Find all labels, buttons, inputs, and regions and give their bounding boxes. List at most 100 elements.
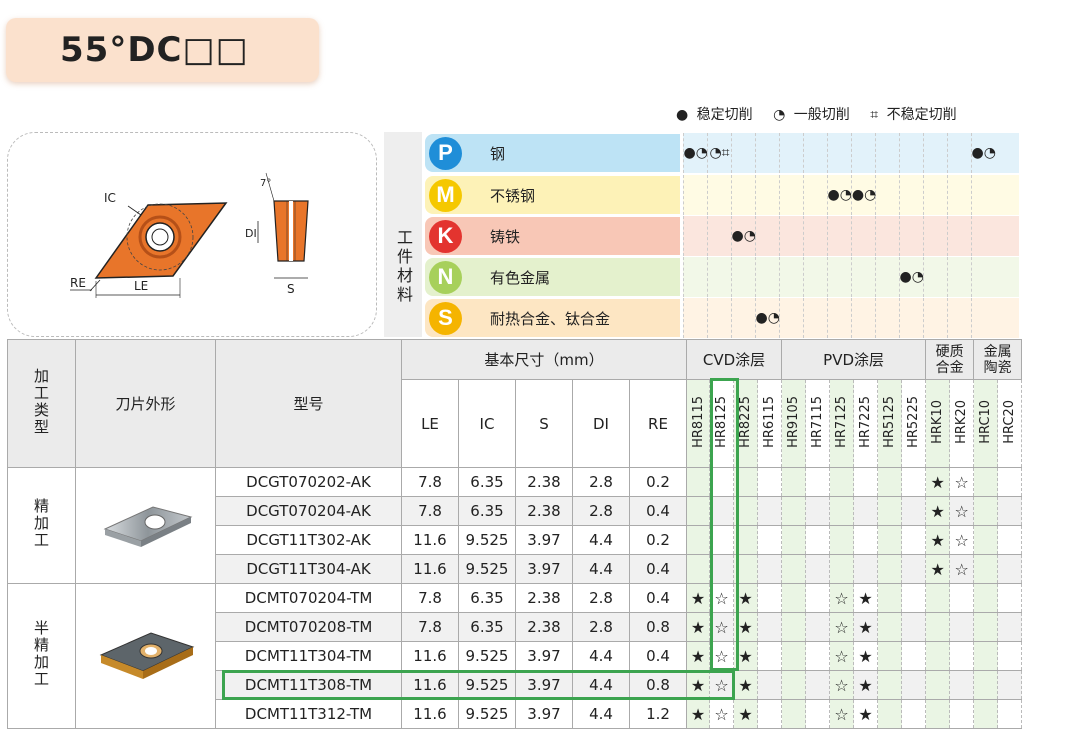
dim-value: 9.525 xyxy=(458,641,516,671)
suitability-cell: ●◔ xyxy=(971,133,996,173)
highlight-column-hr8125 xyxy=(710,378,739,671)
grade-mark xyxy=(949,583,975,613)
dim-value: 7.8 xyxy=(401,467,459,497)
grade-mark xyxy=(756,641,783,671)
suitability-cell xyxy=(779,133,803,173)
header-carbide: 硬质合金 xyxy=(925,339,975,380)
dim-value: 11.6 xyxy=(401,525,459,555)
grade-mark xyxy=(756,583,783,613)
grade-mark xyxy=(901,641,927,671)
suitability-cell xyxy=(779,216,803,256)
suitability-cell xyxy=(779,257,803,297)
grade-mark xyxy=(877,583,903,613)
grade-mark xyxy=(997,496,1023,526)
grade-mark xyxy=(925,670,951,700)
grade-mark xyxy=(805,699,831,729)
grade-mark xyxy=(853,554,879,584)
grade-mark xyxy=(829,467,855,497)
grade-mark: ☆ xyxy=(949,467,975,497)
dim-value: 2.38 xyxy=(515,583,573,613)
grade-mark xyxy=(805,641,831,671)
dim-value: 4.4 xyxy=(572,554,630,584)
material-name: 有色金属 xyxy=(490,268,551,287)
stable-cut-icon: ● xyxy=(676,107,689,123)
dim-value: 6.35 xyxy=(458,612,516,642)
suitability-cell xyxy=(779,298,803,338)
di-label: DI xyxy=(245,227,257,240)
header-cvd: CVD涂层 xyxy=(685,339,783,380)
grade-mark xyxy=(756,699,783,729)
grade-mark: ★ xyxy=(686,641,710,671)
grade-mark xyxy=(853,467,879,497)
grade-mark xyxy=(877,554,903,584)
suitability-cell xyxy=(707,257,731,297)
material-suitability-p: ●◔ ◔⌗ ●◔ xyxy=(683,133,1019,173)
grade-mark xyxy=(973,612,999,642)
grade-mark xyxy=(877,641,903,671)
suitability-cell xyxy=(851,257,875,297)
grade-mark xyxy=(997,612,1023,642)
model-number: DCMT070204-TM xyxy=(215,583,402,613)
workpiece-material-label: 工件材料 xyxy=(384,132,422,337)
dim-col-di: DI xyxy=(572,379,630,468)
material-name: 耐热合金、钛合金 xyxy=(490,309,611,328)
dim-value: 1.2 xyxy=(629,699,687,729)
suitability-cell xyxy=(947,257,971,297)
material-badge-n: N xyxy=(429,260,462,294)
suitability-cell xyxy=(683,257,707,297)
grade-mark xyxy=(925,641,951,671)
insert-photo xyxy=(103,505,192,547)
material-suitability-k: ●◔ xyxy=(683,216,1019,256)
grade-mark xyxy=(949,641,975,671)
dim-col-ic: IC xyxy=(458,379,516,468)
grade-mark: ☆ xyxy=(829,612,855,642)
grade-col-hrk10: HRK10 xyxy=(925,379,951,468)
grade-mark: ★ xyxy=(686,583,710,613)
suitability-cell xyxy=(707,175,731,215)
header-ceramic: 金属陶瓷 xyxy=(973,339,1023,380)
grade-mark xyxy=(877,670,903,700)
insert-photo xyxy=(99,632,194,679)
material-suitability-m: ●◔●◔ xyxy=(683,175,1019,215)
grade-col-hrc10: HRC10 xyxy=(973,379,999,468)
grade-col-hr7115: HR7115 xyxy=(805,379,831,468)
grade-mark xyxy=(781,496,807,526)
dim-col-re: RE xyxy=(629,379,687,468)
material-badge-k: K xyxy=(429,219,462,253)
dim-value: 0.8 xyxy=(629,612,687,642)
grade-mark xyxy=(805,612,831,642)
header-type: 加工类型 xyxy=(7,339,76,468)
grade-mark xyxy=(997,467,1023,497)
grade-mark xyxy=(756,554,783,584)
suitability-cell xyxy=(803,257,827,297)
grade-col-hr5225: HR5225 xyxy=(901,379,927,468)
grade-mark xyxy=(781,467,807,497)
insert-shape-image xyxy=(75,467,216,584)
dim-value: 11.6 xyxy=(401,699,459,729)
dim-value: 2.8 xyxy=(572,583,630,613)
dim-value: 2.8 xyxy=(572,467,630,497)
grade-mark: ★ xyxy=(853,670,879,700)
grade-mark xyxy=(805,496,831,526)
suitability-cell: ●◔ xyxy=(899,257,924,297)
suitability-cell xyxy=(803,216,827,256)
suitability-cell xyxy=(923,216,947,256)
grade-mark xyxy=(901,554,927,584)
grade-mark xyxy=(781,525,807,555)
grade-mark xyxy=(973,525,999,555)
material-row-m: M 不锈钢 xyxy=(425,176,680,214)
model-number: DCGT11T304-AK xyxy=(215,554,402,584)
grade-mark xyxy=(781,612,807,642)
grade-mark xyxy=(997,641,1023,671)
material-name: 钢 xyxy=(490,144,506,163)
material-name: 铸铁 xyxy=(490,227,521,246)
grade-mark xyxy=(781,554,807,584)
suitability-cell xyxy=(851,298,875,338)
grade-mark xyxy=(877,612,903,642)
dim-value: 0.4 xyxy=(629,496,687,526)
suitability-cell xyxy=(827,257,851,297)
grade-mark: ★ xyxy=(853,699,879,729)
suitability-cell xyxy=(803,133,827,173)
re-label: RE xyxy=(70,276,86,290)
grade-mark xyxy=(997,554,1023,584)
